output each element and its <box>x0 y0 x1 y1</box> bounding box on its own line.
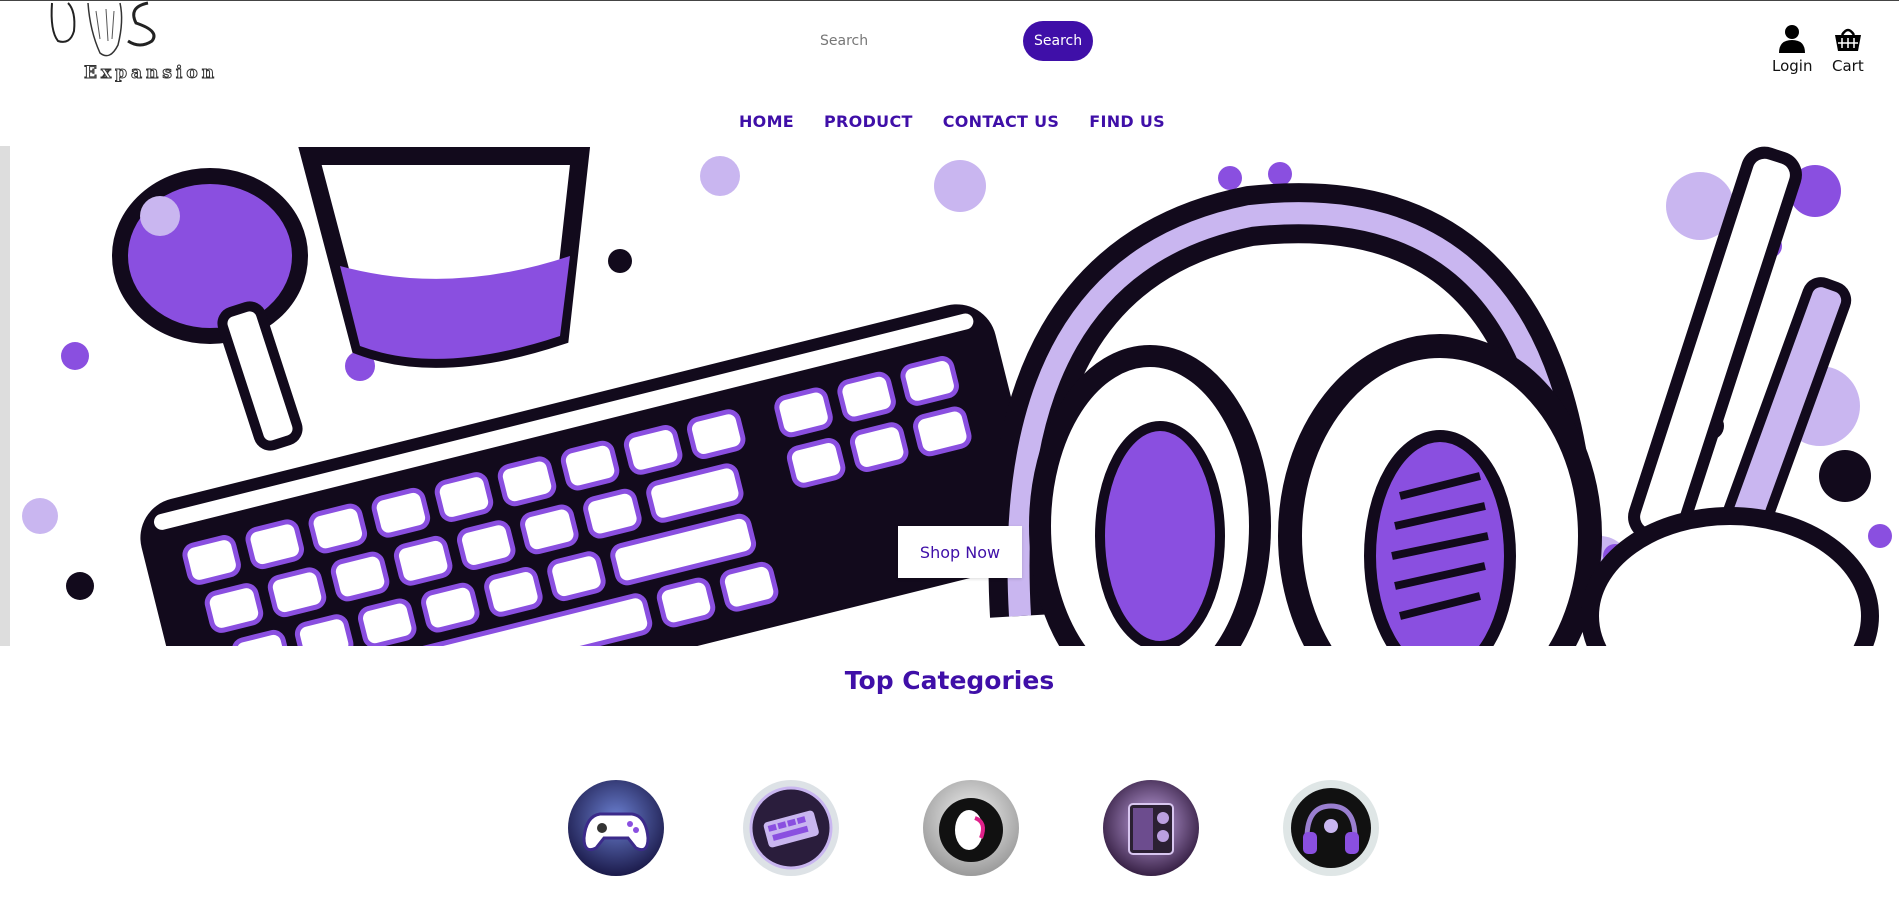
nav-home[interactable]: HOME <box>739 112 794 131</box>
hero-banner: Shop Now <box>0 146 1899 646</box>
shop-now-button[interactable]: Shop Now <box>898 526 1022 578</box>
user-icon <box>1779 25 1806 53</box>
category-list <box>0 778 1899 878</box>
site-header: Expansion Search Login Cart <box>0 1 1899 101</box>
search-bar: Search <box>808 21 1094 61</box>
nav-contact-us[interactable]: CONTACT US <box>943 112 1060 131</box>
nav-product[interactable]: PRODUCT <box>824 112 913 131</box>
cart-link[interactable]: Cart <box>1832 23 1864 75</box>
top-categories-title: Top Categories <box>844 666 1055 695</box>
controller-icon <box>568 780 664 876</box>
nav-find-us[interactable]: FIND US <box>1089 112 1165 131</box>
search-input[interactable] <box>808 22 1023 60</box>
mouse-icon <box>923 780 1019 876</box>
category-mice[interactable] <box>921 778 1021 878</box>
logo-text: Expansion <box>83 63 219 84</box>
pc-case-icon <box>1103 780 1199 876</box>
cart-label: Cart <box>1832 57 1864 75</box>
site-logo[interactable]: Expansion <box>40 1 215 89</box>
login-link[interactable]: Login <box>1772 23 1812 75</box>
headphones-icon <box>1283 780 1379 876</box>
basket-icon <box>1834 28 1861 51</box>
category-controllers[interactable] <box>566 778 666 878</box>
login-label: Login <box>1772 57 1813 75</box>
category-pc-cases[interactable] <box>1101 778 1201 878</box>
category-keyboards[interactable] <box>741 778 841 878</box>
category-headphones[interactable] <box>1281 778 1381 878</box>
keyboard-icon <box>743 780 839 876</box>
search-button[interactable]: Search <box>1023 21 1094 61</box>
main-nav: HOME PRODUCT CONTACT US FIND US <box>0 112 1899 131</box>
